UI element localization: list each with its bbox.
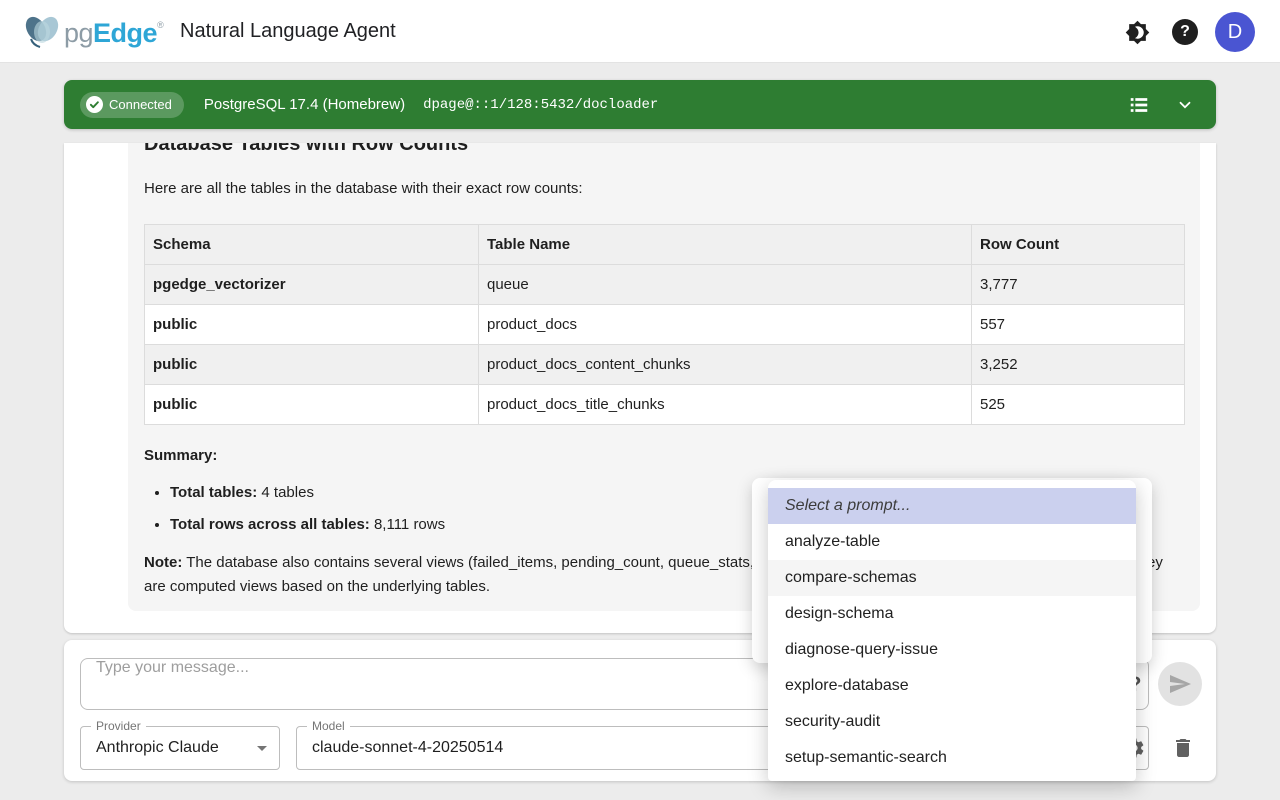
prompt-menu-list: Select a prompt...analyze-tablecompare-s… (768, 480, 1136, 781)
connection-list-icon[interactable] (1128, 94, 1150, 116)
send-button[interactable] (1158, 662, 1202, 706)
column-header: Schema (145, 225, 479, 265)
connection-status-label: Connected (109, 97, 172, 112)
check-circle-icon (86, 96, 103, 113)
table-cell: 3,777 (972, 265, 1185, 305)
caret-down-icon (257, 746, 267, 751)
help-icon[interactable]: ? (1172, 19, 1198, 45)
model-value: claude-sonnet-4-20250514 (312, 727, 503, 769)
table-cell: 525 (972, 385, 1185, 425)
chevron-down-icon[interactable] (1176, 96, 1194, 114)
connection-bar: Connected PostgreSQL 17.4 (Homebrew) dpa… (64, 80, 1216, 129)
prompt-menu-item[interactable]: explore-database (768, 668, 1136, 704)
table-cell: pgedge_vectorizer (145, 265, 479, 305)
pgedge-heart-icon (22, 11, 62, 56)
table-header-row: SchemaTable NameRow Count (145, 225, 1185, 265)
prompt-menu-item[interactable]: analyze-table (768, 524, 1136, 560)
table-row: publicproduct_docs_title_chunks525 (145, 385, 1185, 425)
prompt-menu-item[interactable]: compare-schemas (768, 560, 1136, 596)
clear-chat-trash-icon[interactable] (1171, 736, 1195, 760)
column-header: Table Name (479, 225, 972, 265)
pgedge-logo: pgEdge® (22, 11, 163, 56)
send-icon (1168, 672, 1192, 696)
connection-status-badge: Connected (80, 92, 184, 118)
results-table-head: SchemaTable NameRow Count (145, 225, 1185, 265)
prompt-menu-item[interactable]: design-schema (768, 596, 1136, 632)
page-title: Natural Language Agent (180, 20, 396, 43)
table-cell: 3,252 (972, 345, 1185, 385)
results-table-body: pgedge_vectorizerqueue3,777publicproduct… (145, 265, 1185, 425)
prompt-menu-item[interactable]: security-audit (768, 704, 1136, 740)
user-avatar[interactable]: D (1215, 12, 1255, 52)
provider-value: Anthropic Claude (96, 727, 219, 769)
table-cell: 557 (972, 305, 1185, 345)
table-cell: queue (479, 265, 972, 305)
table-row: pgedge_vectorizerqueue3,777 (145, 265, 1185, 305)
connection-string: dpage@::1/128:5432/docloader (423, 97, 658, 113)
table-cell: product_docs_title_chunks (479, 385, 972, 425)
app-header: pgEdge® Natural Language Agent ? D (0, 0, 1280, 63)
prompt-menu-item[interactable]: setup-semantic-search (768, 740, 1136, 776)
server-version-label: PostgreSQL 17.4 (Homebrew) (204, 96, 405, 113)
table-cell: public (145, 305, 479, 345)
table-row: publicproduct_docs557 (145, 305, 1185, 345)
column-header: Row Count (972, 225, 1185, 265)
note-line2: are computed views based on the underlyi… (144, 575, 490, 599)
summary-title: Summary: (144, 444, 1184, 468)
prompt-menu-item[interactable]: Select a prompt... (768, 488, 1136, 524)
results-table: SchemaTable NameRow Count pgedge_vectori… (144, 224, 1185, 425)
message-heading: Database Tables with Row Counts (144, 143, 1184, 158)
table-cell: product_docs (479, 305, 972, 345)
theme-toggle-icon[interactable] (1125, 20, 1151, 46)
table-cell: public (145, 345, 479, 385)
message-intro: Here are all the tables in the database … (144, 177, 1184, 201)
table-cell: public (145, 385, 479, 425)
provider-select[interactable]: Provider Anthropic Claude (80, 726, 280, 770)
pgedge-wordmark: pgEdge® (64, 18, 163, 49)
prompt-menu-item[interactable]: diagnose-query-issue (768, 632, 1136, 668)
table-row: publicproduct_docs_content_chunks3,252 (145, 345, 1185, 385)
table-cell: product_docs_content_chunks (479, 345, 972, 385)
